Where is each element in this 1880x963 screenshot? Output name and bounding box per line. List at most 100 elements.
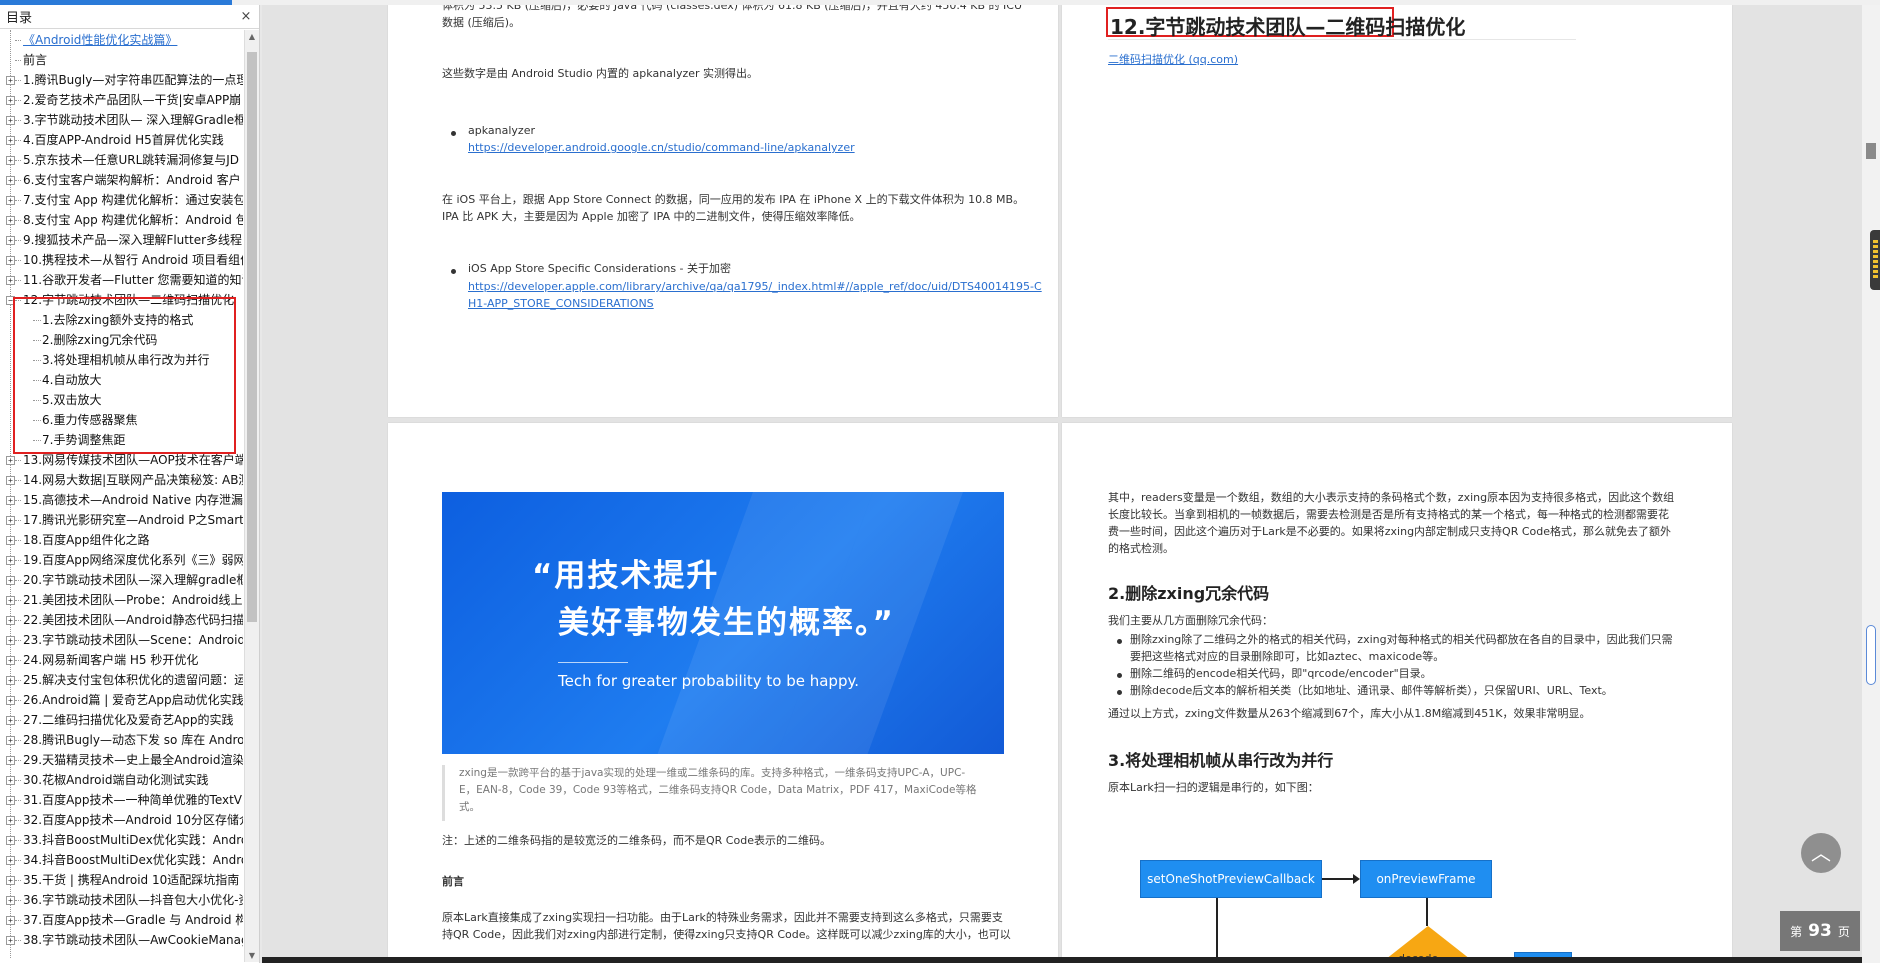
expand-icon[interactable]: + <box>6 116 15 125</box>
toc-item[interactable]: +7.支付宝 App 构建优化解析：通过安装包 <box>0 190 243 210</box>
expand-icon[interactable]: + <box>6 536 15 545</box>
expand-icon[interactable]: + <box>6 736 15 745</box>
toc-item[interactable]: +9.搜狐技术产品—深入理解Flutter多线程 <box>0 230 243 250</box>
expand-icon[interactable]: + <box>6 756 15 765</box>
expand-icon[interactable]: + <box>6 576 15 585</box>
toc-item[interactable]: 前言 <box>0 50 243 70</box>
expand-icon[interactable]: + <box>6 216 15 225</box>
expand-icon[interactable]: + <box>6 156 15 165</box>
expand-icon[interactable]: + <box>6 616 15 625</box>
toc-item[interactable]: +37.百度App技术—Gradle 与 Android 构 <box>0 910 243 930</box>
apkanalyzer-link[interactable]: https://developer.android.google.cn/stud… <box>468 139 855 156</box>
expand-icon[interactable]: + <box>6 776 15 785</box>
toc-item[interactable]: +3.字节跳动技术团队— 深入理解Gradle框 <box>0 110 243 130</box>
toc-item[interactable]: +28.腾讯Bugly—动态下发 so 库在 Andro <box>0 730 243 750</box>
expand-icon[interactable]: + <box>6 76 15 85</box>
expand-icon[interactable]: + <box>6 636 15 645</box>
expand-icon[interactable]: + <box>6 256 15 265</box>
expand-icon[interactable]: + <box>6 176 15 185</box>
toc-item[interactable]: +17.腾讯光影研究室—Android P之Smart <box>0 510 243 530</box>
expand-icon[interactable]: + <box>6 696 15 705</box>
toc-item[interactable]: +1.腾讯Bugly—对字符串匹配算法的一点理 <box>0 70 243 90</box>
expand-icon[interactable]: + <box>6 276 15 285</box>
source-link[interactable]: 二维码扫描优化 (qq.com) <box>1108 51 1238 68</box>
toc-item[interactable]: +20.字节跳动技术团队—深入理解gradle框 <box>0 570 243 590</box>
toc-item[interactable]: +32.百度App技术—Android 10分区存储介 <box>0 810 243 830</box>
document-viewer[interactable]: 体积为 53.5 KB (压缩后)，必要的 Java 代码 (classes.d… <box>262 5 1862 963</box>
toc-item[interactable]: +33.抖音BoostMultiDex优化实践：Andro <box>0 830 243 850</box>
expand-icon[interactable]: + <box>6 136 15 145</box>
scroll-marker[interactable] <box>1866 143 1876 159</box>
toc-item[interactable]: +29.天猫精灵技术—史上最全Android渲染 <box>0 750 243 770</box>
expand-icon[interactable]: + <box>6 476 15 485</box>
toc-item[interactable]: +10.携程技术—从智行 Android 项目看组件 <box>0 250 243 270</box>
apple-doc-link[interactable]: H1-APP_STORE_CONSIDERATIONS <box>468 295 654 312</box>
outline-scroll-thumb[interactable] <box>247 52 257 622</box>
document-scroll-thumb[interactable] <box>1866 625 1876 685</box>
toc-label: 4.百度APP-Android H5首屏优化实践 <box>23 133 224 147</box>
banner-line2: 美好事物发生的概率。” <box>558 605 895 641</box>
toc-item[interactable]: +2.爱奇艺技术产品团队—干货|安卓APP崩 <box>0 90 243 110</box>
toc-item[interactable]: +19.百度App网络深度优化系列《三》弱网 <box>0 550 243 570</box>
expand-icon[interactable]: + <box>6 656 15 665</box>
scroll-down-icon[interactable]: ▼ <box>248 951 256 960</box>
expand-icon[interactable]: + <box>6 596 15 605</box>
expand-icon[interactable]: + <box>6 916 15 925</box>
tree-connector <box>15 560 21 561</box>
toc-item[interactable]: +18.百度App组件化之路 <box>0 530 243 550</box>
toc-item[interactable]: +15.高德技术—Android Native 内存泄漏 <box>0 490 243 510</box>
toc-item[interactable]: +34.抖音BoostMultiDex优化实践：Andro <box>0 850 243 870</box>
expand-icon[interactable]: + <box>6 236 15 245</box>
toc-label: 29.天猫精灵技术—史上最全Android渲染 <box>23 753 243 767</box>
toc-item[interactable]: +11.谷歌开发者—Flutter 您需要知道的知识 <box>0 270 243 290</box>
toc-item[interactable]: +35.干货 | 携程Android 10适配踩坑指南 <box>0 870 243 890</box>
toc-item[interactable]: +4.百度APP-Android H5首屏优化实践 <box>0 130 243 150</box>
close-icon[interactable]: × <box>239 9 253 24</box>
note: 注：上述的二维条码指的是较宽泛的二维条码，而不是QR Code表示的二维码。 <box>442 834 831 847</box>
expand-icon[interactable]: + <box>6 856 15 865</box>
side-dock-handle[interactable] <box>1870 230 1880 290</box>
toc-item[interactable]: +36.字节跳动技术团队—抖音包大小优化-资 <box>0 890 243 910</box>
expand-icon[interactable]: + <box>6 456 15 465</box>
toc-item[interactable]: +38.字节跳动技术团队—AwCookieManag <box>0 930 243 950</box>
toc-item[interactable]: +31.百度App技术—一种简单优雅的TextV <box>0 790 243 810</box>
expand-icon[interactable]: + <box>6 716 15 725</box>
toc-item[interactable]: +24.网易新闻客户端 H5 秒开优化 <box>0 650 243 670</box>
expand-icon[interactable]: + <box>6 496 15 505</box>
toc-item[interactable]: +27.二维码扫描优化及爱奇艺App的实践 <box>0 710 243 730</box>
toc-item[interactable]: +23.字节跳动技术团队—Scene：Android <box>0 630 243 650</box>
apple-doc-link[interactable]: https://developer.apple.com/library/arch… <box>468 278 1042 295</box>
expand-icon[interactable]: + <box>6 796 15 805</box>
expand-icon[interactable]: + <box>6 816 15 825</box>
bullet-icon <box>1117 639 1122 644</box>
expand-icon[interactable]: + <box>6 516 15 525</box>
expand-icon[interactable]: + <box>6 836 15 845</box>
expand-icon[interactable]: + <box>6 556 15 565</box>
expand-icon[interactable]: + <box>6 196 15 205</box>
flow-box: setOneShotPreviewCallback <box>1140 860 1322 898</box>
document-scrollbar[interactable] <box>1862 5 1880 963</box>
toc-item[interactable]: 《Android性能优化实战篇》 <box>0 30 243 50</box>
toc-item[interactable]: +25.解决支付宝包体积优化的遗留问题：运 <box>0 670 243 690</box>
toc-label: 3.字节跳动技术团队— 深入理解Gradle框 <box>23 113 243 127</box>
toc-item[interactable]: +22.美团技术团队—Android静态代码扫描 <box>0 610 243 630</box>
toc-item[interactable]: +30.花椒Android端自动化测试实践 <box>0 770 243 790</box>
outline-scrollbar[interactable]: ▲ ▼ <box>244 30 259 962</box>
page-left-top: 体积为 53.5 KB (压缩后)，必要的 Java 代码 (classes.d… <box>388 5 1058 417</box>
toc-item[interactable]: +8.支付宝 App 构建优化解析：Android 包 <box>0 210 243 230</box>
scroll-up-icon[interactable]: ▲ <box>248 32 256 41</box>
toc-item[interactable]: +6.支付宝客户端架构解析：Android 客户 <box>0 170 243 190</box>
expand-icon[interactable]: + <box>6 676 15 685</box>
toc-label: 37.百度App技术—Gradle 与 Android 构 <box>23 913 243 927</box>
toc-item[interactable]: +21.美团技术团队—Probe：Android线上 <box>0 590 243 610</box>
toc-item[interactable]: +14.网易大数据|互联网产品决策秘笈: AB测 <box>0 470 243 490</box>
toc-label: 20.字节跳动技术团队—深入理解gradle框 <box>23 573 243 587</box>
expand-icon[interactable]: + <box>6 896 15 905</box>
expand-icon[interactable]: + <box>6 876 15 885</box>
toc-label: 22.美团技术团队—Android静态代码扫描 <box>23 613 243 627</box>
expand-icon[interactable]: + <box>6 96 15 105</box>
expand-icon[interactable]: + <box>6 936 15 945</box>
toc-item[interactable]: +5.京东技术—任意URL跳转漏洞修复与JD <box>0 150 243 170</box>
back-to-top-button[interactable]: ︿ <box>1801 833 1841 873</box>
toc-item[interactable]: +26.Android篇 | 爱奇艺App启动优化实践 <box>0 690 243 710</box>
